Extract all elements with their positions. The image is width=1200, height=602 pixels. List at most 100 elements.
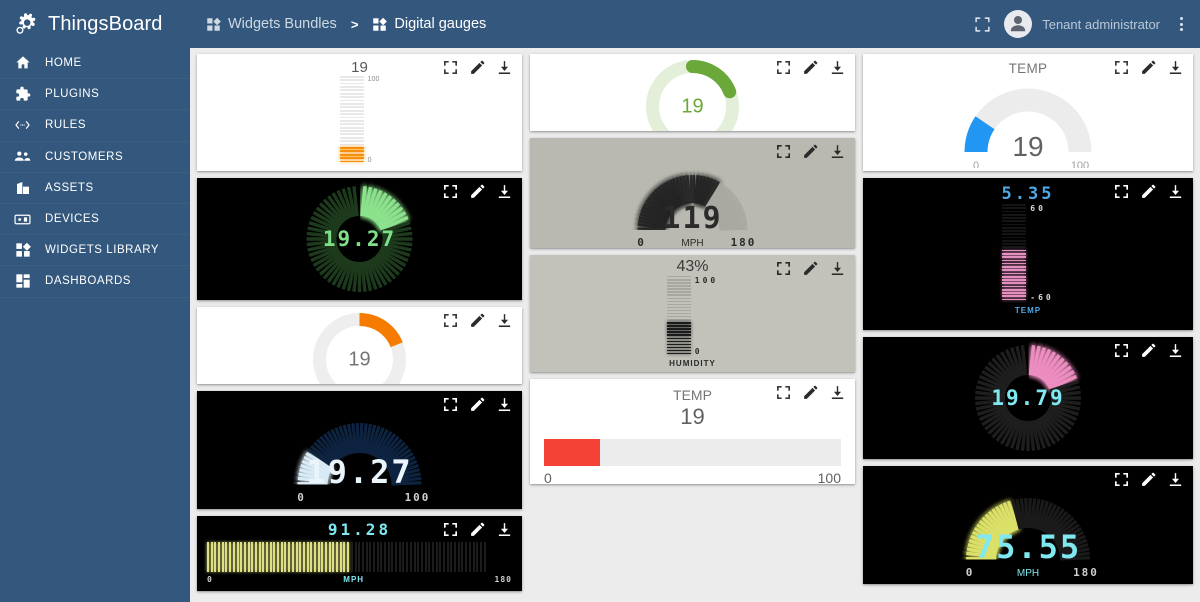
pencil-icon[interactable] xyxy=(1140,342,1158,360)
gauge-track xyxy=(667,276,693,356)
widgets-icon xyxy=(206,17,221,32)
download-icon[interactable] xyxy=(496,59,514,77)
download-icon[interactable] xyxy=(496,183,514,201)
puzzle-piece-icon xyxy=(14,86,31,103)
widget-toolbar xyxy=(775,260,847,278)
pencil-icon[interactable] xyxy=(469,312,487,330)
gauge-value: 19 xyxy=(351,59,368,76)
widget-toolbar xyxy=(1113,59,1185,77)
sidebar-item-label: CUSTOMERS xyxy=(45,151,123,163)
people-icon xyxy=(14,148,31,165)
breadcrumb-label: Widgets Bundles xyxy=(228,16,337,32)
widget-speedometer-gray[interactable]: 1190180MPH xyxy=(530,138,855,248)
download-icon[interactable] xyxy=(829,260,847,278)
gauge-min-label: -60 xyxy=(1030,293,1053,302)
pencil-icon[interactable] xyxy=(1140,59,1158,77)
sidebar-item-label: PLUGINS xyxy=(45,88,99,100)
fullscreen-icon[interactable] xyxy=(1113,342,1131,360)
brand[interactable]: ThingsBoard xyxy=(0,0,190,48)
dashboard-icon xyxy=(14,273,31,290)
pencil-icon[interactable] xyxy=(469,183,487,201)
sidebar-item-plugins[interactable]: PLUGINS xyxy=(0,79,190,110)
pencil-icon[interactable] xyxy=(802,384,820,402)
svg-text:MPH: MPH xyxy=(681,238,703,248)
pencil-icon[interactable] xyxy=(802,260,820,278)
fullscreen-icon[interactable] xyxy=(1113,471,1131,489)
widget-thermometer-temp-pink[interactable]: 5.35 60 -60 TEMP xyxy=(863,178,1193,330)
widget-donut-arc-green[interactable]: 19 xyxy=(530,54,855,131)
sidebar-item-label: DASHBOARDS xyxy=(45,275,131,287)
sidebar-item-rules[interactable]: RULES xyxy=(0,110,190,141)
gauge-min-label: 0 xyxy=(544,470,552,484)
svg-text:19: 19 xyxy=(1012,131,1043,162)
sidebar-item-label: DEVICES xyxy=(45,213,99,225)
svg-text:100: 100 xyxy=(1071,160,1089,168)
sidebar-item-label: ASSETS xyxy=(45,182,94,194)
fullscreen-icon[interactable] xyxy=(442,183,460,201)
gauge-value: 5.35 xyxy=(1002,184,1055,204)
pencil-icon[interactable] xyxy=(469,521,487,539)
widget-toolbar xyxy=(442,183,514,201)
download-icon[interactable] xyxy=(1167,342,1185,360)
pencil-icon[interactable] xyxy=(1140,471,1158,489)
widget-arc-temp-blue[interactable]: TEMP 190100 xyxy=(863,54,1193,171)
gauge-max-label: 60 xyxy=(1030,204,1053,213)
widget-donut-ticks-green[interactable]: 19.27 xyxy=(197,178,522,300)
download-icon[interactable] xyxy=(1167,471,1185,489)
pencil-icon[interactable] xyxy=(802,59,820,77)
svg-text:0: 0 xyxy=(297,491,306,504)
sidebar-item-label: WIDGETS LIBRARY xyxy=(45,244,159,256)
breadcrumb-widgets-bundles[interactable]: Widgets Bundles xyxy=(206,16,337,32)
pencil-icon[interactable] xyxy=(469,396,487,414)
widget-column-3: TEMP 19 0 100 5.35 60 xyxy=(863,54,1193,584)
widget-arc-ticks-blue[interactable]: 19.270100 xyxy=(197,391,522,509)
widget-donut-ticks-pink[interactable]: 19.79 xyxy=(863,337,1193,459)
download-icon[interactable] xyxy=(496,396,514,414)
breadcrumb-digital-gauges[interactable]: Digital gauges xyxy=(372,16,486,32)
svg-text:0: 0 xyxy=(973,160,979,168)
pencil-icon[interactable] xyxy=(469,59,487,77)
fullscreen-icon[interactable] xyxy=(775,384,793,402)
download-icon[interactable] xyxy=(829,384,847,402)
sidebar-item-dashboards[interactable]: DASHBOARDS xyxy=(0,266,190,297)
sidebar-item-devices[interactable]: DEVICES xyxy=(0,204,190,235)
fullscreen-icon[interactable] xyxy=(775,260,793,278)
download-icon[interactable] xyxy=(1167,183,1185,201)
widget-vertical-bar-light[interactable]: 19 100 0 xyxy=(197,54,522,171)
svg-text:19: 19 xyxy=(348,349,370,371)
download-icon[interactable] xyxy=(496,312,514,330)
fullscreen-icon[interactable] xyxy=(442,521,460,539)
pencil-icon[interactable] xyxy=(802,143,820,161)
fullscreen-icon[interactable] xyxy=(442,59,460,77)
sidebar-item-assets[interactable]: ASSETS xyxy=(0,173,190,204)
widget-hbar-ticks-yellow[interactable]: 91.28 0 MPH 180 xyxy=(197,516,522,591)
widget-toolbar xyxy=(442,521,514,539)
download-icon[interactable] xyxy=(829,143,847,161)
gauge-max-label: 100 xyxy=(368,76,380,83)
home-icon xyxy=(14,55,31,72)
widget-progress-temp-red[interactable]: TEMP 19 0 100 xyxy=(530,379,855,484)
fullscreen-icon[interactable] xyxy=(775,59,793,77)
widget-vertical-bar-humidity[interactable]: 43% 100 0 HUMIDITY xyxy=(530,255,855,372)
more-vert-icon[interactable] xyxy=(1174,17,1189,31)
building-icon xyxy=(14,179,31,196)
fullscreen-icon[interactable] xyxy=(442,312,460,330)
widget-arc-ticks-yellow[interactable]: 75.550180MPH xyxy=(863,466,1193,584)
svg-text:19.27: 19.27 xyxy=(323,227,396,251)
download-icon[interactable] xyxy=(496,521,514,539)
fullscreen-icon[interactable] xyxy=(1113,59,1131,77)
avatar[interactable] xyxy=(1004,10,1032,38)
download-icon[interactable] xyxy=(829,59,847,77)
sidebar-item-widgets-library[interactable]: WIDGETS LIBRARY xyxy=(0,235,190,266)
fullscreen-icon[interactable] xyxy=(1113,183,1131,201)
widget-donut-arc-orange[interactable]: 19 xyxy=(197,307,522,384)
fullscreen-icon[interactable] xyxy=(970,12,994,36)
fullscreen-icon[interactable] xyxy=(442,396,460,414)
gauge-unit-label: TEMP xyxy=(1015,306,1041,315)
download-icon[interactable] xyxy=(1167,59,1185,77)
sidebar-item-home[interactable]: HOME xyxy=(0,48,190,79)
pencil-icon[interactable] xyxy=(1140,183,1158,201)
fullscreen-icon[interactable] xyxy=(775,143,793,161)
widget-toolbar xyxy=(775,384,847,402)
sidebar-item-customers[interactable]: CUSTOMERS xyxy=(0,142,190,173)
